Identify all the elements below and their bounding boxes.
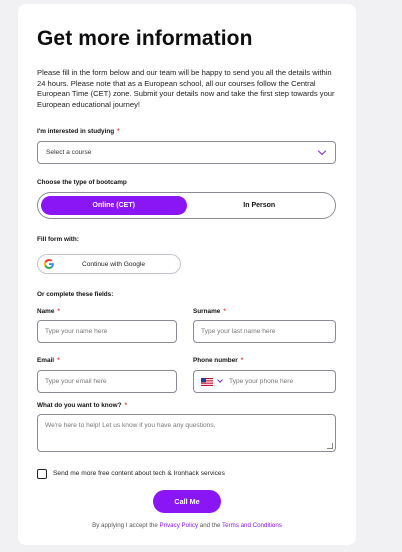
question-placeholder: We're here to help! Let us know if you h… — [45, 422, 216, 429]
phone-placeholder: Type your phone here — [229, 378, 294, 385]
legal-text: By applying I accept the Privacy Policy … — [92, 522, 282, 529]
form-intro: Please fill in the form below and our te… — [37, 68, 335, 109]
google-button-label: Continue with Google — [82, 260, 146, 268]
bootcamp-option-online[interactable]: Online (CET) — [41, 196, 187, 215]
email-field[interactable]: Type your email here — [37, 370, 177, 393]
newsletter-checkbox[interactable] — [37, 469, 47, 479]
fill-with-label: Fill form with: — [37, 236, 79, 243]
chevron-down-icon — [317, 146, 327, 156]
surname-label: Surname * — [193, 308, 226, 315]
form-title: Get more information — [37, 27, 253, 50]
call-me-button[interactable]: Call Me — [153, 490, 221, 513]
question-label: What do you want to know? * — [37, 402, 127, 409]
info-form-card: Get more information Please fill in the … — [18, 4, 356, 545]
course-select-value: Select a course — [46, 149, 92, 156]
phone-field[interactable]: Type your phone here — [193, 370, 336, 393]
us-flag-icon[interactable] — [201, 377, 213, 386]
complete-fields-label: Or complete these fields: — [37, 291, 114, 298]
continue-with-google-button[interactable]: Continue with Google — [37, 254, 181, 274]
name-label: Name * — [37, 308, 60, 315]
course-select[interactable]: Select a course — [37, 141, 336, 164]
question-textarea[interactable]: We're here to help! Let us know if you h… — [37, 414, 336, 452]
bootcamp-label: Choose the type of bootcamp — [37, 179, 127, 186]
bootcamp-type-toggle: Online (CET) In Person — [37, 192, 336, 219]
country-chevron-down-icon[interactable] — [217, 377, 223, 383]
resize-handle-icon[interactable] — [327, 443, 333, 449]
email-label: Email * — [37, 357, 60, 364]
course-label: I'm interested in studying * — [37, 128, 120, 135]
terms-link[interactable]: Terms and Conditions — [222, 522, 282, 529]
bootcamp-option-in-person[interactable]: In Person — [187, 196, 333, 215]
google-icon — [44, 259, 54, 269]
phone-label: Phone number * — [193, 357, 244, 364]
surname-field[interactable]: Type your last name here — [193, 320, 336, 343]
newsletter-label: Send me more free content about tech & I… — [53, 470, 225, 477]
privacy-policy-link[interactable]: Privacy Policy — [160, 522, 199, 529]
name-field[interactable]: Type your name here — [37, 320, 177, 343]
